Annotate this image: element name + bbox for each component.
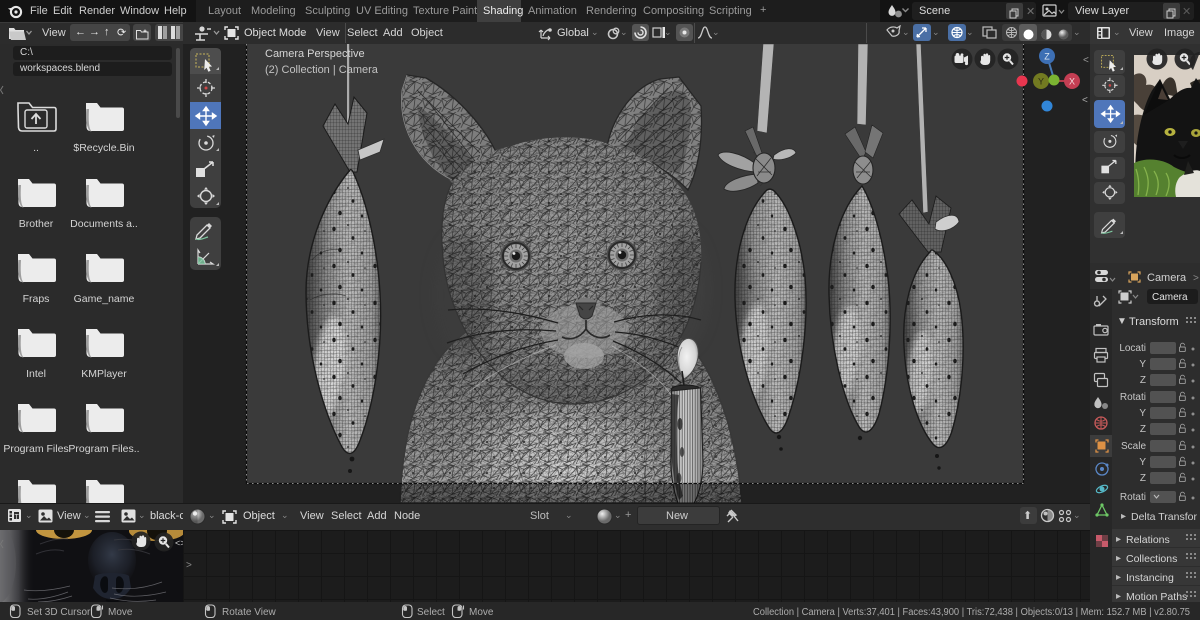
svg-text:Transform: Transform — [1129, 316, 1179, 328]
svg-text:T: T — [15, 514, 20, 521]
svg-text:Camera: Camera — [1152, 292, 1188, 303]
svg-text:Rotate View: Rotate View — [222, 607, 277, 618]
svg-text:Relations: Relations — [1126, 534, 1170, 546]
svg-text:Motion Paths: Motion Paths — [1126, 591, 1187, 602]
svg-text:▸: ▸ — [1121, 511, 1126, 522]
svg-text:Y: Y — [1139, 408, 1146, 419]
svg-text:Z: Z — [1140, 375, 1146, 386]
svg-text:Set 3D Cursor: Set 3D Cursor — [27, 607, 91, 618]
svg-text:Move: Move — [469, 607, 494, 618]
svg-text:(2) Collection | Camera: (2) Collection | Camera — [265, 64, 379, 76]
svg-text:Y: Y — [1038, 77, 1044, 87]
svg-text:X: X — [1069, 77, 1075, 87]
svg-text:<: < — [1083, 55, 1089, 66]
svg-text:Select: Select — [417, 607, 445, 618]
svg-text:Collections: Collections — [1126, 553, 1177, 565]
svg-text:Documents a..: Documents a.. — [70, 218, 138, 230]
svg-text:Move: Move — [108, 607, 133, 618]
svg-text:Intel: Intel — [26, 368, 46, 380]
svg-text:Z: Z — [1044, 52, 1050, 62]
svg-text:Rotati: Rotati — [1120, 392, 1146, 403]
svg-text:Program Files..: Program Files.. — [68, 443, 139, 455]
svg-text:KMPlayer: KMPlayer — [81, 368, 127, 380]
svg-text:Instancing: Instancing — [1126, 572, 1174, 584]
svg-text:Rotati: Rotati — [1120, 492, 1146, 503]
svg-text:Y: Y — [1139, 457, 1146, 468]
svg-text:Delta Transfor: Delta Transfor — [1131, 511, 1197, 523]
svg-text:Y: Y — [1139, 359, 1146, 370]
svg-text:..: .. — [33, 142, 39, 154]
svg-text:Game_name: Game_name — [74, 293, 135, 305]
svg-text:Fraps: Fraps — [23, 293, 50, 305]
svg-text:Z: Z — [1140, 473, 1146, 484]
svg-text:Brother: Brother — [19, 218, 54, 230]
svg-text:>: > — [1193, 273, 1199, 284]
svg-text:Scale: Scale — [1121, 441, 1146, 452]
svg-text:Program Files: Program Files — [3, 443, 68, 455]
svg-text:Locati: Locati — [1119, 343, 1146, 354]
svg-text:▼: ▼ — [1117, 316, 1127, 327]
svg-text:Collection | Camera | Verts:37: Collection | Camera | Verts:37,401 | Fac… — [753, 607, 1190, 618]
svg-text:<>: <> — [175, 538, 183, 548]
svg-text:$Recycle.Bin: $Recycle.Bin — [73, 142, 134, 154]
svg-text:Camera: Camera — [1147, 272, 1187, 284]
svg-text:Camera Perspective: Camera Perspective — [265, 48, 365, 60]
svg-text:Z: Z — [1140, 424, 1146, 435]
svg-text:▸: ▸ — [1116, 534, 1121, 545]
